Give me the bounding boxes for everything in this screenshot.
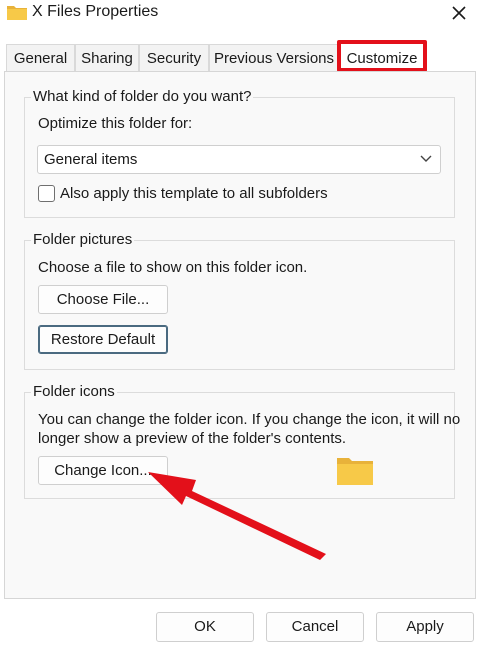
tab-previous-versions[interactable]: Previous Versions	[209, 44, 339, 71]
button-label: Restore Default	[50, 331, 156, 348]
tab-label: Customize	[346, 50, 418, 67]
window-title: X Files Properties	[32, 3, 159, 20]
checkbox-label: Also apply this template to all subfolde…	[60, 185, 328, 202]
chevron-down-icon	[420, 155, 432, 162]
button-label: OK	[194, 618, 216, 635]
tab-label: Sharing	[81, 50, 133, 67]
cancel-button[interactable]: Cancel	[266, 612, 364, 642]
tab-strip: General Sharing Security Previous Versio…	[6, 40, 476, 72]
folder-icons-description-line2: longer show a preview of the folder's co…	[38, 430, 347, 447]
select-value: General items	[44, 151, 138, 168]
apply-button[interactable]: Apply	[376, 612, 474, 642]
restore-default-button[interactable]: Restore Default	[38, 325, 168, 354]
close-icon	[452, 6, 466, 20]
group-label: Folder pictures	[31, 231, 135, 248]
tab-sharing[interactable]: Sharing	[75, 44, 139, 71]
close-button[interactable]	[444, 0, 474, 26]
group-label: What kind of folder do you want?	[31, 88, 254, 105]
title-bar: X Files Properties	[0, 0, 482, 28]
button-label: Apply	[406, 618, 444, 635]
folder-icon	[6, 3, 28, 26]
tab-label: Previous Versions	[213, 50, 335, 67]
optimize-select[interactable]: General items	[37, 145, 441, 174]
button-label: Choose File...	[56, 291, 150, 308]
choose-file-button[interactable]: Choose File...	[38, 285, 168, 314]
tab-general[interactable]: General	[6, 44, 75, 71]
button-label: Change Icon...	[54, 462, 152, 479]
folder-pictures-description: Choose a file to show on this folder ico…	[38, 259, 308, 276]
ok-button[interactable]: OK	[156, 612, 254, 642]
button-label: Cancel	[291, 618, 339, 635]
group-label: Folder icons	[31, 383, 117, 400]
change-icon-button[interactable]: Change Icon...	[38, 456, 168, 485]
apply-subfolders-checkbox[interactable]	[38, 185, 55, 202]
optimize-label: Optimize this folder for:	[38, 115, 193, 132]
tab-label: General	[13, 50, 68, 67]
tab-customize[interactable]: Customize	[337, 40, 427, 72]
tab-security[interactable]: Security	[139, 44, 209, 71]
folder-preview-icon	[337, 458, 373, 485]
tab-label: Security	[146, 50, 202, 67]
folder-icons-description-line1: You can change the folder icon. If you c…	[38, 411, 461, 428]
